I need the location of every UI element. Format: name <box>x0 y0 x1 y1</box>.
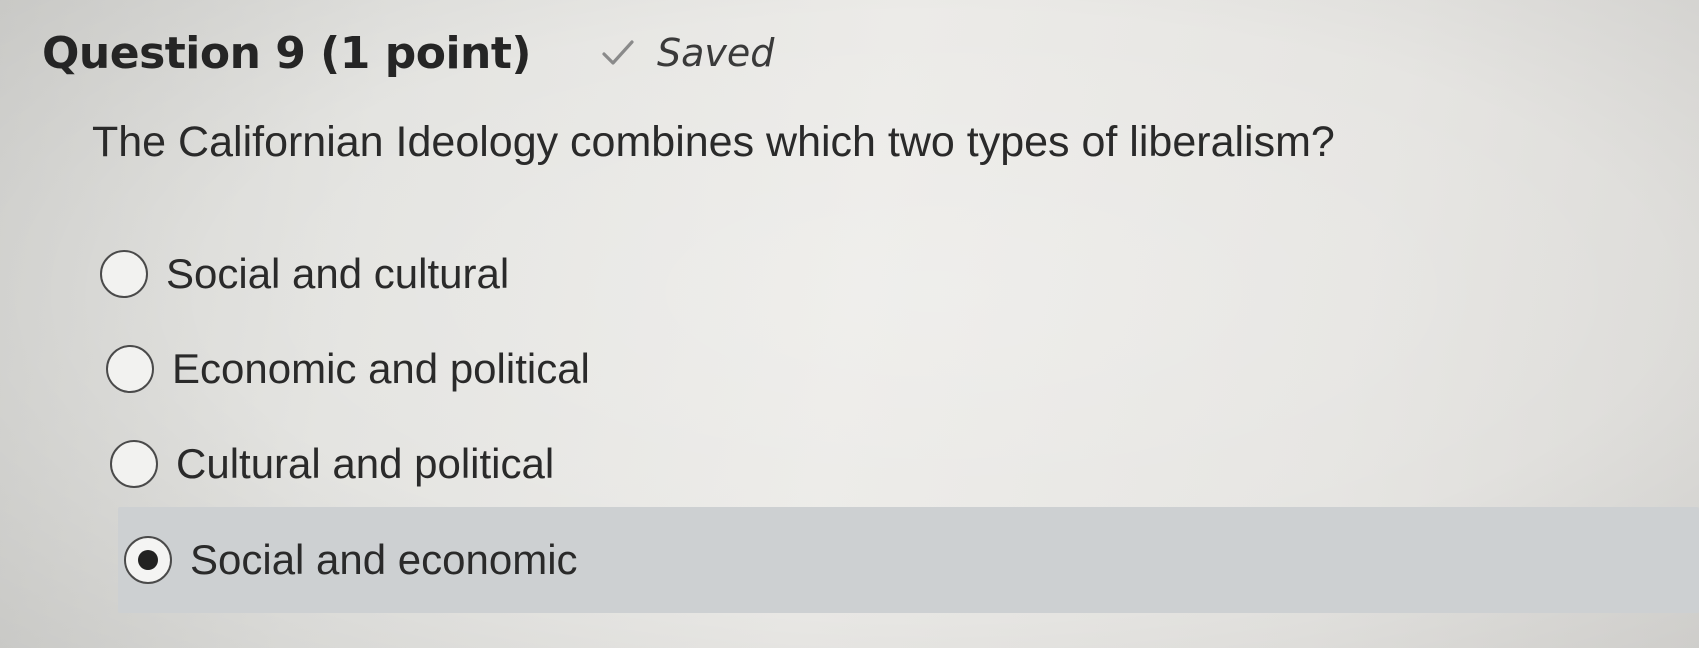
option-social-cultural[interactable]: Social and cultural <box>100 226 1699 321</box>
radio-button[interactable] <box>106 344 154 393</box>
question-title: Question 9 (1 point) <box>42 27 532 79</box>
question-prompt: The Californian Ideology combines which … <box>92 118 1335 166</box>
radio-button[interactable] <box>100 249 148 298</box>
question-header: Question 9 (1 point) Saved <box>42 22 774 84</box>
option-label: Economic and political <box>172 344 590 392</box>
option-label: Social and economic <box>190 536 578 583</box>
option-social-economic[interactable]: Social and economic <box>118 507 1699 613</box>
answer-options: Social and cultural Economic and politic… <box>100 226 1699 613</box>
option-cultural-political[interactable]: Cultural and political <box>110 416 1699 511</box>
radio-button-selected[interactable] <box>124 536 172 584</box>
option-label: Cultural and political <box>176 439 555 487</box>
save-status: Saved <box>601 31 774 75</box>
radio-dot <box>138 550 158 570</box>
option-label: Social and cultural <box>166 249 510 297</box>
option-economic-political[interactable]: Economic and political <box>106 321 1699 416</box>
radio-button[interactable] <box>110 439 158 488</box>
checkmark-icon <box>602 40 634 65</box>
saved-label: Saved <box>657 31 775 75</box>
